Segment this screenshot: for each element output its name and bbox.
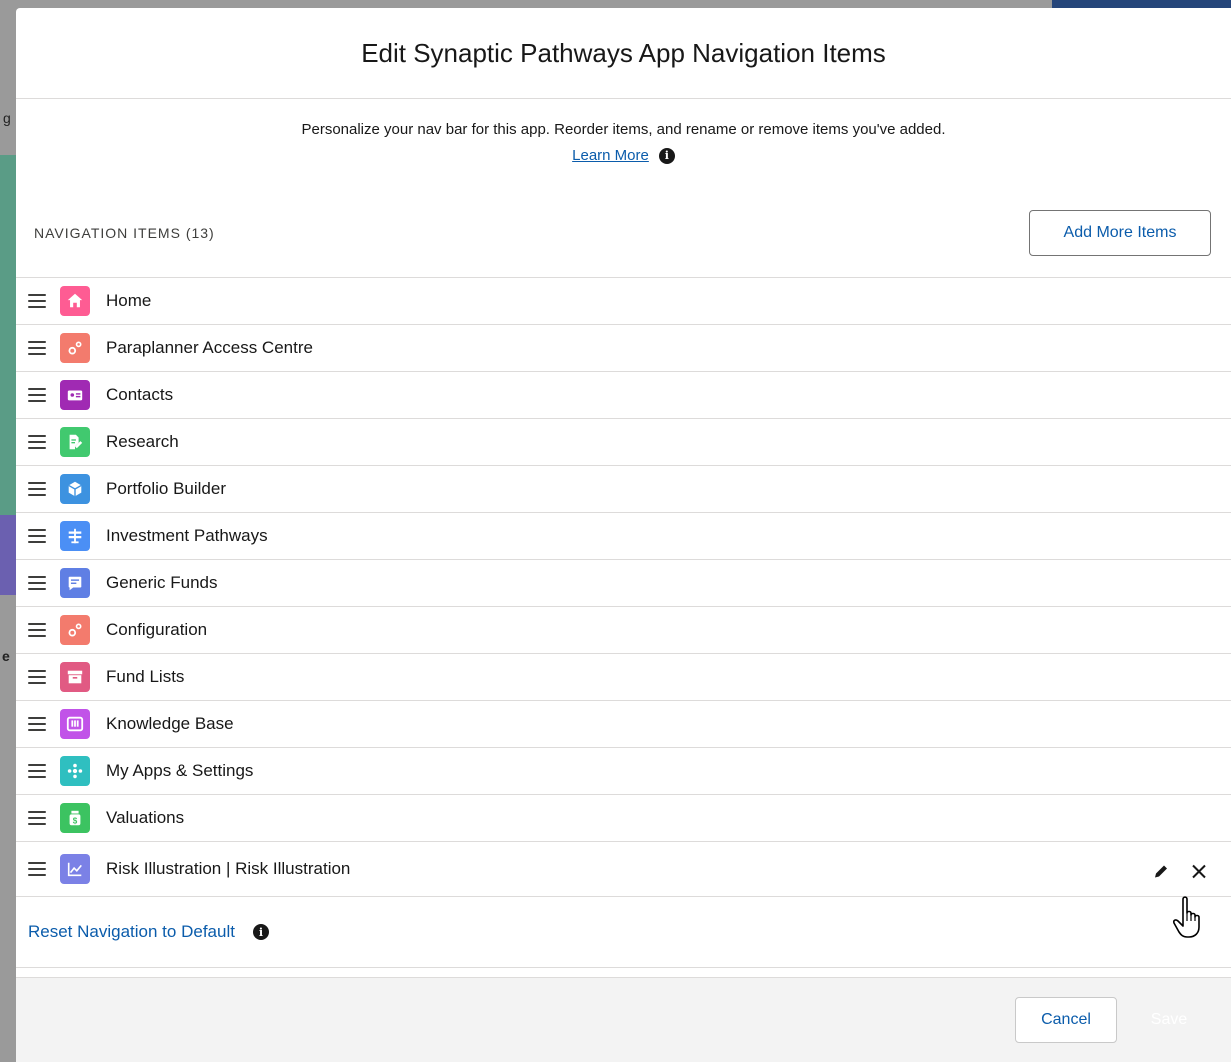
cube-icon xyxy=(60,474,90,504)
nav-item-row[interactable]: My Apps & Settings xyxy=(16,748,1231,795)
drag-handle-icon[interactable] xyxy=(28,623,46,637)
nav-item-label: Paraplanner Access Centre xyxy=(106,338,313,357)
nav-item-row[interactable]: Home xyxy=(16,278,1231,325)
modal-title: Edit Synaptic Pathways App Navigation It… xyxy=(361,37,886,68)
edit-pencil-icon[interactable] xyxy=(1151,862,1171,887)
archive-icon xyxy=(60,662,90,692)
nav-item-row[interactable]: Investment Pathways xyxy=(16,513,1231,560)
nav-item-row[interactable]: Risk Illustration | Risk Illustration xyxy=(16,842,1231,897)
intro-section: Personalize your nav bar for this app. R… xyxy=(16,99,1231,189)
learn-more-row: Learn More i xyxy=(572,147,675,164)
add-more-items-button[interactable]: Add More Items xyxy=(1029,209,1211,256)
nav-item-label: Investment Pathways xyxy=(106,526,268,545)
navigation-items-list: Home Paraplanner Access Centre Contacts … xyxy=(16,278,1231,897)
nav-item-row[interactable]: Fund Lists xyxy=(16,654,1231,701)
reset-row: Reset Navigation to Default i xyxy=(16,897,1231,968)
background-accent-green xyxy=(0,155,16,515)
nav-item-row[interactable]: Knowledge Base xyxy=(16,701,1231,748)
nav-item-row[interactable]: Portfolio Builder xyxy=(16,466,1231,513)
drag-handle-icon[interactable] xyxy=(28,576,46,590)
drag-handle-icon[interactable] xyxy=(28,811,46,825)
modal-footer: Cancel Save xyxy=(16,977,1231,1062)
nav-item-label: Contacts xyxy=(106,385,174,404)
learn-more-link[interactable]: Learn More xyxy=(572,147,649,164)
svg-text:$: $ xyxy=(73,816,78,825)
drag-handle-icon[interactable] xyxy=(28,435,46,449)
nav-item-label: Risk Illustration | Risk Illustration xyxy=(106,859,351,878)
background-accent-purple xyxy=(0,515,16,595)
remove-close-icon[interactable] xyxy=(1189,862,1209,887)
drag-handle-icon[interactable] xyxy=(28,388,46,402)
cancel-button[interactable]: Cancel xyxy=(1015,997,1117,1043)
nav-item-row[interactable]: $ Valuations xyxy=(16,795,1231,842)
navigation-items-header: NAVIGATION ITEMS (13) Add More Items xyxy=(16,188,1231,278)
nav-item-label: Knowledge Base xyxy=(106,714,234,733)
save-button[interactable]: Save xyxy=(1129,997,1209,1043)
nav-item-label: Generic Funds xyxy=(106,573,218,592)
nav-item-row[interactable]: Configuration xyxy=(16,607,1231,654)
document-edit-icon xyxy=(60,427,90,457)
nav-item-label: Portfolio Builder xyxy=(106,479,227,498)
custom-gears-icon xyxy=(60,615,90,645)
reset-navigation-link[interactable]: Reset Navigation to Default xyxy=(28,922,235,942)
nav-item-label: Home xyxy=(106,291,152,310)
row-actions xyxy=(1151,862,1209,887)
drag-handle-icon[interactable] xyxy=(28,717,46,731)
nav-item-row[interactable]: Generic Funds xyxy=(16,560,1231,607)
nav-item-label: Research xyxy=(106,432,179,451)
drag-handle-icon[interactable] xyxy=(28,862,46,876)
drag-handle-icon[interactable] xyxy=(28,341,46,355)
custom-gears-icon xyxy=(60,333,90,363)
drag-handle-icon[interactable] xyxy=(28,670,46,684)
home-icon xyxy=(60,286,90,316)
list-box-icon xyxy=(60,568,90,598)
nav-item-row[interactable]: Paraplanner Access Centre xyxy=(16,325,1231,372)
nav-item-label: Configuration xyxy=(106,620,208,639)
drag-handle-icon[interactable] xyxy=(28,764,46,778)
background-text-fragment: g xyxy=(3,110,11,126)
info-icon[interactable]: i xyxy=(252,924,269,940)
nav-item-label: My Apps & Settings xyxy=(106,761,254,780)
info-icon[interactable]: i xyxy=(658,147,675,164)
nav-item-row[interactable]: Research xyxy=(16,419,1231,466)
navigation-items-label: NAVIGATION ITEMS (13) xyxy=(34,224,215,241)
edit-navigation-modal: Edit Synaptic Pathways App Navigation It… xyxy=(16,8,1231,1062)
drag-handle-icon[interactable] xyxy=(28,294,46,308)
bookshelf-icon xyxy=(60,709,90,739)
modal-header: Edit Synaptic Pathways App Navigation It… xyxy=(16,8,1231,99)
drag-handle-icon[interactable] xyxy=(28,482,46,496)
intro-description: Personalize your nav bar for this app. R… xyxy=(301,121,946,138)
drag-handle-icon[interactable] xyxy=(28,529,46,543)
nav-item-label: Fund Lists xyxy=(106,667,185,686)
nav-item-row[interactable]: Contacts xyxy=(16,372,1231,419)
background-text-fragment: e xyxy=(2,648,10,664)
app-dots-icon xyxy=(60,756,90,786)
money-bag-icon: $ xyxy=(60,803,90,833)
nav-item-label: Valuations xyxy=(106,808,185,827)
line-chart-icon xyxy=(60,854,90,884)
contact-card-icon xyxy=(60,380,90,410)
signpost-icon xyxy=(60,521,90,551)
